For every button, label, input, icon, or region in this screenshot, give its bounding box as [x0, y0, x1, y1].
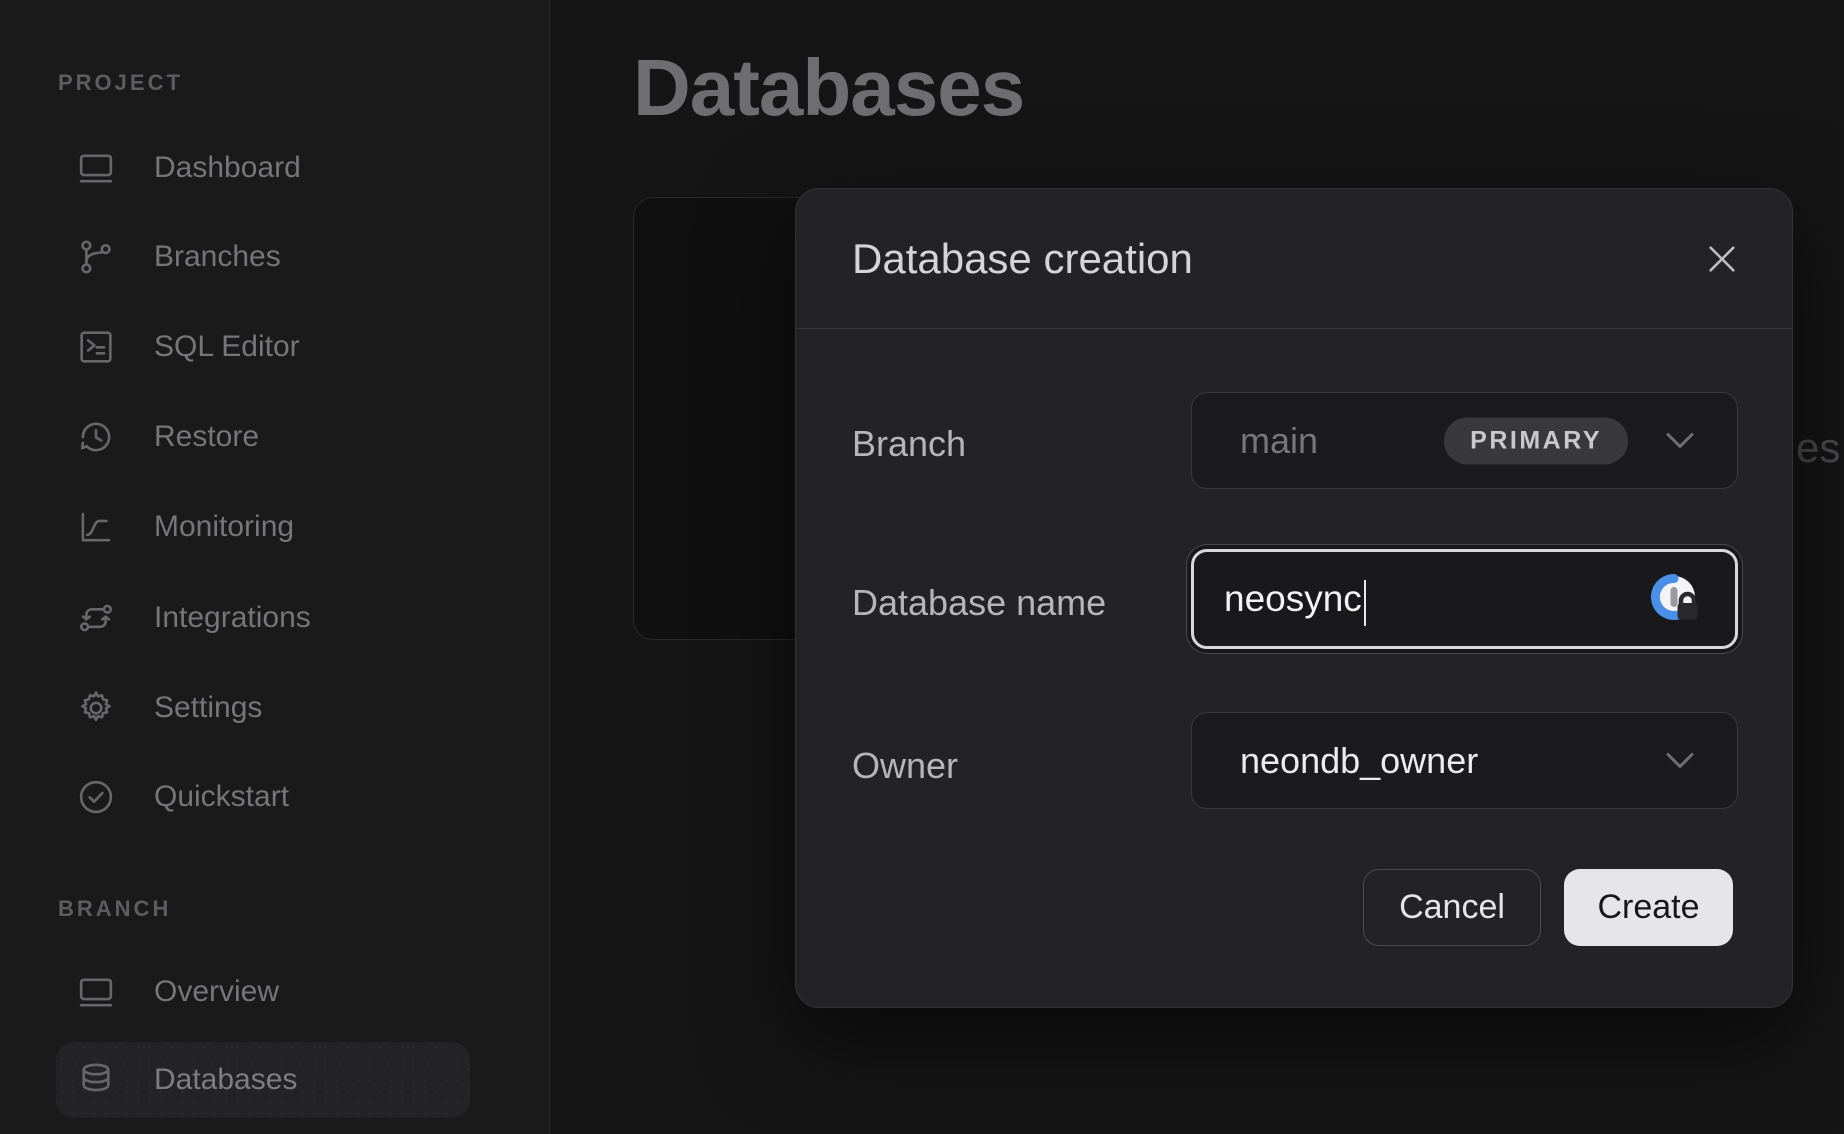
page-title: Databases	[633, 42, 1024, 134]
database-name-field-label: Database name	[852, 582, 1106, 624]
sidebar-item-integrations[interactable]: Integrations	[0, 573, 550, 663]
sidebar-item-databases[interactable]: Databases	[56, 1042, 470, 1118]
sidebar-item-label: SQL Editor	[154, 330, 300, 364]
modal-title: Database creation	[852, 235, 1193, 283]
sidebar-item-label: Restore	[154, 420, 259, 454]
branch-field-label: Branch	[852, 423, 966, 465]
sidebar-item-restore[interactable]: Restore	[0, 392, 550, 482]
owner-select[interactable]: neondb_owner	[1191, 712, 1738, 809]
sidebar-item-label: Databases	[154, 1063, 297, 1097]
primary-badge: PRIMARY	[1444, 417, 1628, 464]
sidebar-item-settings[interactable]: Settings	[0, 663, 550, 753]
sidebar-section-project: PROJECT	[58, 70, 183, 96]
sidebar-item-label: Monitoring	[154, 510, 294, 544]
sidebar-item-quickstart[interactable]: Quickstart	[0, 752, 550, 842]
sql-editor-icon	[75, 326, 117, 368]
text-caret	[1364, 580, 1367, 626]
1password-icon[interactable]	[1647, 570, 1705, 628]
branch-select-value: main	[1240, 420, 1318, 462]
sidebar-item-monitoring[interactable]: Monitoring	[0, 482, 550, 572]
sidebar-item-label: Dashboard	[154, 151, 301, 185]
monitoring-chart-icon	[75, 506, 117, 548]
owner-field-label: Owner	[852, 745, 958, 787]
sidebar-item-label: Integrations	[154, 601, 311, 635]
sidebar-item-overview[interactable]: Overview	[0, 947, 550, 1037]
sidebar-section-branch: BRANCH	[58, 896, 171, 922]
database-name-input[interactable]: neosync	[1191, 549, 1738, 649]
sidebar-item-dashboard[interactable]: Dashboard	[0, 123, 550, 213]
close-icon[interactable]	[1700, 237, 1744, 281]
check-circle-icon	[75, 776, 117, 818]
integrations-icon	[75, 597, 117, 639]
sidebar-item-label: Settings	[154, 691, 262, 725]
owner-select-value: neondb_owner	[1240, 740, 1478, 782]
gear-icon	[75, 687, 117, 729]
sidebar-item-label: Overview	[154, 975, 279, 1009]
database-creation-modal: Database creation Branch main PRIMARY Da…	[795, 188, 1793, 1008]
git-branch-icon	[75, 236, 117, 278]
modal-header: Database creation	[796, 189, 1792, 329]
cancel-button-label: Cancel	[1399, 888, 1505, 927]
sidebar-item-label: Quickstart	[154, 780, 289, 814]
database-name-value: neosync	[1224, 578, 1362, 620]
dashboard-icon	[75, 147, 117, 189]
chevron-down-icon	[1665, 431, 1695, 450]
create-button[interactable]: Create	[1564, 869, 1733, 946]
cancel-button[interactable]: Cancel	[1363, 869, 1541, 946]
branch-select[interactable]: main PRIMARY	[1191, 392, 1738, 489]
sidebar-item-label: Branches	[154, 240, 281, 274]
background-text-fragment: es w	[1796, 424, 1844, 472]
database-icon	[75, 1059, 117, 1101]
restore-clock-icon	[75, 416, 117, 458]
sidebar: PROJECT Dashboard Branches SQL Editor Re…	[0, 0, 550, 1134]
create-button-label: Create	[1597, 888, 1699, 927]
sidebar-item-sql-editor[interactable]: SQL Editor	[0, 302, 550, 392]
sidebar-item-branches[interactable]: Branches	[0, 212, 550, 302]
chevron-down-icon	[1665, 751, 1695, 770]
overview-icon	[75, 971, 117, 1013]
